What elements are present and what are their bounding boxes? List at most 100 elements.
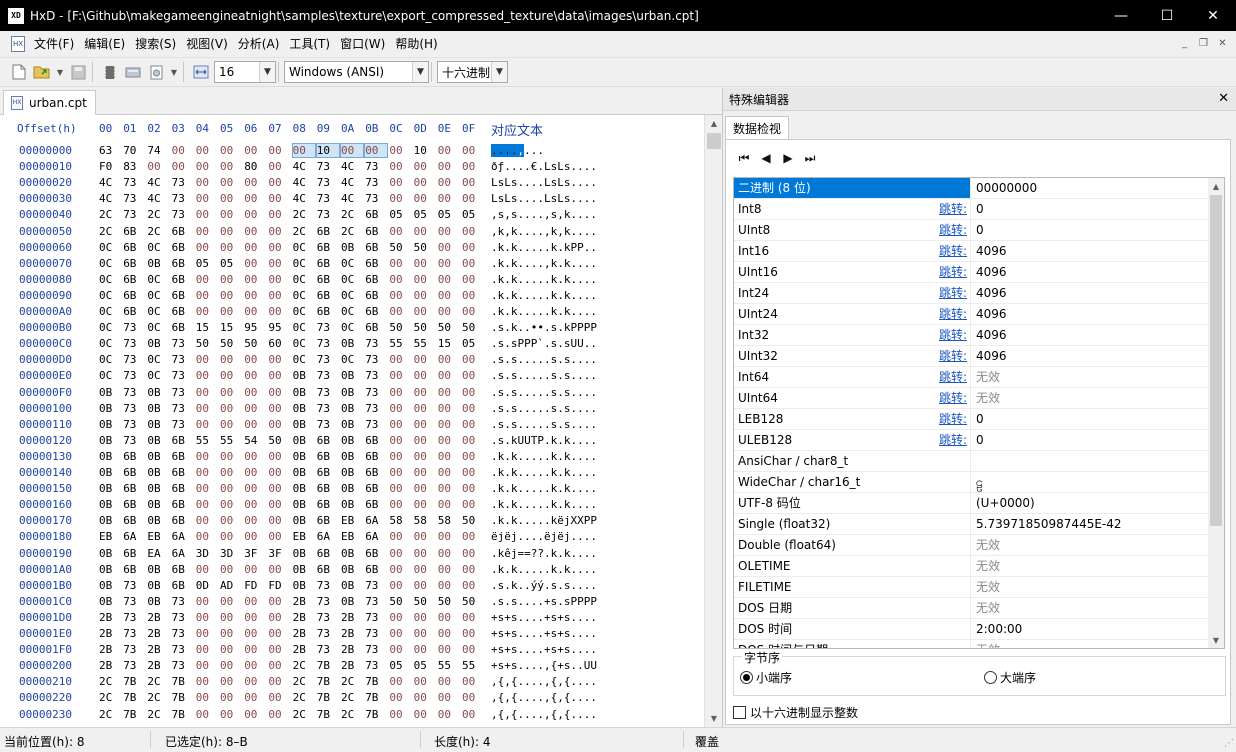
hex-byte[interactable]: FD xyxy=(268,579,290,592)
hex-byte[interactable]: 00 xyxy=(172,160,194,173)
hex-byte[interactable]: 2B xyxy=(293,611,315,624)
hex-byte[interactable]: 54 xyxy=(244,434,266,447)
hex-byte[interactable]: 00 xyxy=(244,176,266,189)
hex-byte[interactable]: 6B xyxy=(123,289,145,302)
hex-byte[interactable]: 2B xyxy=(341,659,363,672)
jump-link[interactable]: 跳转: xyxy=(939,325,967,345)
hex-byte[interactable]: 00 xyxy=(220,611,242,624)
hex-byte[interactable]: 6B xyxy=(365,466,387,479)
hex-byte[interactable]: 15 xyxy=(438,337,460,350)
hex-byte[interactable]: 6B xyxy=(317,434,339,447)
hex-byte[interactable]: 0B xyxy=(341,579,363,592)
hex-byte[interactable]: 0B xyxy=(341,547,363,560)
hex-byte[interactable]: 00 xyxy=(244,289,266,302)
row-text[interactable]: .k.k.....k.k.... xyxy=(491,563,597,576)
hex-byte[interactable]: 00 xyxy=(462,675,484,688)
row-text[interactable]: .kêj==??.k.k.... xyxy=(491,547,597,560)
hex-byte[interactable]: 73 xyxy=(172,402,194,415)
inspector-value[interactable]: ဠ xyxy=(972,472,1208,492)
radio-unchecked-icon[interactable] xyxy=(984,671,997,684)
hex-byte[interactable]: 00 xyxy=(244,530,266,543)
hex-byte[interactable]: 73 xyxy=(172,337,194,350)
hex-byte[interactable]: 7B xyxy=(365,708,387,721)
hex-byte[interactable]: 00 xyxy=(389,369,411,382)
inspector-row[interactable]: ULEB128 跳转: 0 xyxy=(734,430,1208,451)
hex-byte[interactable]: 2B xyxy=(99,659,121,672)
hex-byte[interactable]: 00 xyxy=(268,386,290,399)
hex-byte[interactable]: 00 xyxy=(268,514,290,527)
hex-byte[interactable]: 00 xyxy=(268,273,290,286)
hex-byte[interactable]: 2B xyxy=(99,643,121,656)
hex-byte[interactable]: 00 xyxy=(462,482,484,495)
hex-byte[interactable]: 50 xyxy=(462,595,484,608)
hex-byte[interactable]: 00 xyxy=(244,450,266,463)
hex-byte[interactable]: 00 xyxy=(389,579,411,592)
hex-byte[interactable]: 00 xyxy=(268,176,290,189)
hex-byte[interactable]: 00 xyxy=(414,530,436,543)
hex-byte[interactable]: 00 xyxy=(438,369,460,382)
hex-byte[interactable]: 80 xyxy=(244,160,266,173)
inspector-value[interactable]: 2:00:00 xyxy=(972,619,1208,639)
hex-byte[interactable]: 6B xyxy=(365,273,387,286)
hex-byte[interactable]: 05 xyxy=(414,208,436,221)
hex-byte[interactable]: 6B xyxy=(365,434,387,447)
hex-byte[interactable]: 00 xyxy=(196,208,218,221)
hex-byte[interactable]: 6B xyxy=(172,321,194,334)
inspector-value[interactable]: 4096 xyxy=(972,241,1208,261)
hex-byte[interactable]: 0C xyxy=(99,305,121,318)
hex-byte[interactable]: 00 xyxy=(462,402,484,415)
jump-link[interactable]: 跳转: xyxy=(939,346,967,366)
hex-byte[interactable]: EB xyxy=(99,530,121,543)
hex-byte[interactable]: 73 xyxy=(317,192,339,205)
hex-byte[interactable]: 0C xyxy=(293,321,315,334)
hex-byte[interactable]: 00 xyxy=(220,369,242,382)
hex-byte[interactable]: 0B xyxy=(293,434,315,447)
hex-byte[interactable]: 00 xyxy=(462,450,484,463)
inspector-row[interactable]: WideChar / char16_t ဠ xyxy=(734,472,1208,493)
hex-byte[interactable]: 4C xyxy=(147,176,169,189)
hex-byte[interactable]: 73 xyxy=(317,337,339,350)
hex-byte[interactable]: 00 xyxy=(244,273,266,286)
hex-byte[interactable]: 73 xyxy=(123,176,145,189)
hex-byte[interactable]: 0B xyxy=(341,450,363,463)
hex-byte[interactable]: 4C xyxy=(147,192,169,205)
hex-byte[interactable]: 4C xyxy=(341,192,363,205)
hex-byte[interactable]: 73 xyxy=(123,337,145,350)
hex-byte[interactable]: 0B xyxy=(99,466,121,479)
hex-byte[interactable]: 0C xyxy=(341,321,363,334)
hex-byte[interactable]: 10 xyxy=(315,143,340,158)
hex-byte[interactable]: 00 xyxy=(414,402,436,415)
hex-byte[interactable]: 50 xyxy=(389,321,411,334)
inspector-row[interactable]: Int24 跳转: 4096 xyxy=(734,283,1208,304)
hex-byte[interactable]: 00 xyxy=(438,353,460,366)
hex-byte[interactable]: 2B xyxy=(341,627,363,640)
inspector-value[interactable]: 0 xyxy=(972,220,1208,240)
hex-byte[interactable]: 6B xyxy=(317,547,339,560)
row-text[interactable]: .k.k.....k.k.... xyxy=(491,466,597,479)
hex-byte[interactable]: 00 xyxy=(244,627,266,640)
hex-byte[interactable]: 00 xyxy=(220,160,242,173)
hex-byte[interactable]: 00 xyxy=(414,353,436,366)
hex-byte[interactable]: 6B xyxy=(123,547,145,560)
inspector-row[interactable]: UInt16 跳转: 4096 xyxy=(734,262,1208,283)
hex-byte[interactable]: 6A xyxy=(365,514,387,527)
hex-byte[interactable]: 7B xyxy=(172,691,194,704)
row-text[interactable]: .s.k..ýý.s.s.... xyxy=(491,579,597,592)
hex-byte[interactable]: 00 xyxy=(389,627,411,640)
hex-byte[interactable]: 55 xyxy=(414,337,436,350)
hex-byte[interactable]: 6B xyxy=(365,547,387,560)
hex-byte[interactable]: 0C xyxy=(293,273,315,286)
hex-byte[interactable]: 73 xyxy=(317,369,339,382)
hex-byte[interactable]: 0C xyxy=(147,353,169,366)
hex-byte[interactable]: 50 xyxy=(220,337,242,350)
disk-image-icon[interactable] xyxy=(146,62,166,82)
hex-byte[interactable]: 00 xyxy=(220,450,242,463)
hex-byte[interactable]: 05 xyxy=(462,208,484,221)
hex-byte[interactable]: 00 xyxy=(268,691,290,704)
hex-byte[interactable]: 73 xyxy=(317,611,339,624)
menu-window[interactable]: 窗口(W) xyxy=(335,34,390,54)
hex-byte[interactable]: 0C xyxy=(293,241,315,254)
hex-byte[interactable]: 00 xyxy=(364,143,389,158)
row-text[interactable]: +s+s....+s+s.... xyxy=(491,611,597,624)
hex-byte[interactable]: 2C xyxy=(341,675,363,688)
